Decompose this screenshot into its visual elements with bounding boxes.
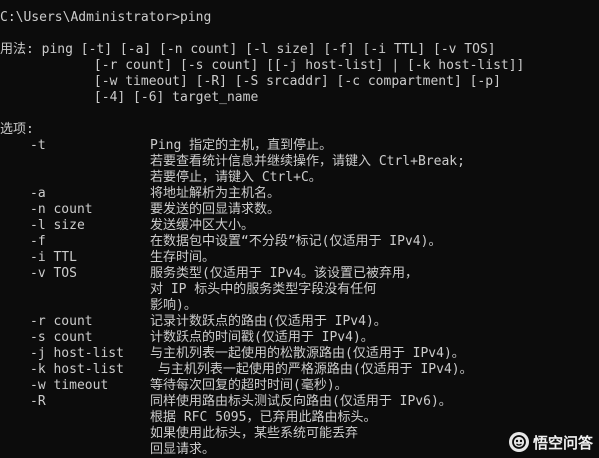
option-description: 若要停止，请键入 Ctrl+C。 [150,170,322,185]
option-description: 计数跃点的时间戳(仅适用于 IPv4)。 [150,330,374,345]
option-flag: -i TTL [30,250,77,265]
option-flag: -j host-list [30,346,124,361]
usage-line-4: [-4] [-6] target_name [0,90,259,105]
option-description: 影响)。 [150,298,197,313]
option-description: 与主机列表一起使用的严格源路由(仅适用于 IPv4)。 [150,362,473,377]
usage-line-1: 用法: ping [-t] [-a] [-n count] [-l size] … [0,42,496,57]
watermark-text: 悟空问答 [532,433,593,452]
option-description: 等待每次回复的超时时间(毫秒)。 [150,378,348,393]
terminal-window[interactable]: C:\Users\Administrator>ping 用法: ping [-t… [0,0,599,457]
option-description: 如果使用此标头，某些系统可能丢弃 [150,426,359,441]
wukong-logo-icon [508,432,529,452]
option-flag: -f [30,234,46,249]
usage-line-2: [-r count] [-s count] [[-j host-list] | … [0,58,525,73]
usage-line-3: [-w timeout] [-R] [-S srcaddr] [-c compa… [0,74,501,89]
option-flag: -t [30,138,46,153]
prompt-line: C:\Users\Administrator>ping [0,10,212,25]
option-description: 与主机列表一起使用的松散源路由(仅适用于 IPv4)。 [150,346,465,361]
option-description: 将地址解析为主机名。 [150,186,281,201]
option-description: 生存时间。 [150,250,216,265]
option-flag: -v TOS [30,266,77,281]
option-description: 要发送的回显请求数。 [150,202,281,217]
option-flag: -R [30,394,46,409]
option-flag: -a [30,186,46,201]
option-flag: -k host-list [30,362,124,377]
option-description: 若要查看统计信息并继续操作，请键入 Ctrl+Break; [150,154,465,169]
option-description: 发送缓冲区大小。 [150,218,255,233]
option-description: 记录计数跃点的路由(仅适用于 IPv4)。 [150,314,387,329]
option-description: 对 IP 标头中的服务类型字段没有任何 [150,282,377,297]
option-flag: -r count [30,314,93,329]
option-description: 在数据包中设置“不分段”标记(仅适用于 IPv4)。 [150,234,442,249]
option-description: Ping 指定的主机，直到停止。 [150,138,333,153]
wukong-watermark: 悟空问答 [508,431,593,453]
option-description: 回显请求。 [150,442,216,457]
option-description: 服务类型(仅适用于 IPv4。该设置已被弃用， [150,266,418,281]
option-flag: -s count [30,330,93,345]
option-flag: -l size [30,218,85,233]
options-heading: 选项: [0,122,34,137]
option-flag: -w timeout [30,378,109,393]
option-flag: -n count [30,202,93,217]
option-description: 根据 RFC 5095，已弃用此路由标头。 [150,410,377,425]
option-description: 同样使用路由标头测试反向路由(仅适用于 IPv6)。 [150,394,452,409]
